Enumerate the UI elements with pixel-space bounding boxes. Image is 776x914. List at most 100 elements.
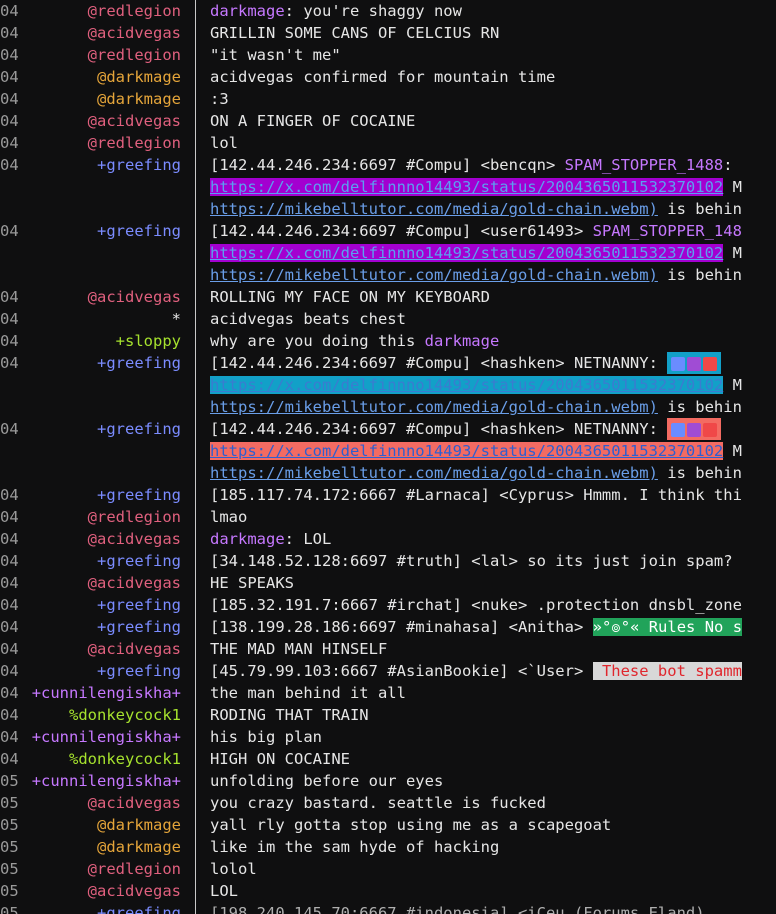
message-text: [45.79.99.103:6667 #AsianBookie] <`User>… (210, 660, 776, 682)
message-segment: [142.44.246.234:6697 #Compu] <hashken> N… (210, 354, 668, 372)
sq-emoji-icon (687, 356, 702, 371)
chat-line: 04 @redlegion darkmage: you're shaggy now (0, 0, 776, 22)
message-segment: lol (210, 134, 238, 152)
timestamp: 04 (0, 508, 19, 526)
chat-line: 04 +greefing [142.44.246.234:6697 #Compu] … (0, 352, 776, 374)
nick-label[interactable]: @darkmage (22, 836, 181, 858)
column-separator (181, 440, 210, 462)
nick-label[interactable]: +sloppy (22, 330, 181, 352)
url-link[interactable]: https://mikebelltutor.com/media/gold-cha… (210, 464, 658, 482)
message-segment: acidvegas (210, 68, 294, 86)
nick-label[interactable]: %donkeycock1 (22, 748, 181, 770)
nick-label[interactable]: * (22, 308, 181, 330)
column-separator (181, 792, 210, 814)
timestamp: 04 (0, 354, 19, 372)
nick-label[interactable]: +greefing (22, 594, 181, 616)
timestamp: 05 (0, 860, 19, 878)
nick-label[interactable]: +greefing (22, 484, 181, 506)
nick-label[interactable]: @darkmage (22, 814, 181, 836)
url-link[interactable]: https://mikebelltutor.com/media/gold-cha… (210, 200, 658, 218)
message-segment: confirmed for mountain time (294, 68, 556, 86)
column-separator (181, 748, 210, 770)
message-text: https://mikebelltutor.com/media/gold-cha… (210, 198, 776, 220)
chat-line: 04 +greefing [138.199.28.186:6697 #minahas… (0, 616, 776, 638)
url-link[interactable]: https://x.com/delfinnno14493/status/2004… (210, 376, 724, 394)
nick-label[interactable]: @redlegion (22, 44, 181, 66)
column-separator (181, 110, 210, 132)
message-segment: [142.44.246.234:6697 #Compu] <user61493> (210, 222, 593, 240)
nick-label[interactable]: @redlegion (22, 0, 181, 22)
chat-line: https://x.com/delfinnno14493/status/2004… (0, 242, 776, 264)
nick-label[interactable]: +cunnilengiskha+ (22, 726, 181, 748)
chat-line: 04 +greefing [185.117.74.172:6667 #Larnaca… (0, 484, 776, 506)
nick-label[interactable]: @redlegion (22, 506, 181, 528)
message-segment: darkmage (424, 332, 500, 350)
message-segment: THE MAD MAN HINSELF (210, 640, 388, 658)
nick-label[interactable]: +cunnilengiskha+ (22, 770, 181, 792)
nick-label[interactable]: +greefing (22, 220, 181, 242)
message-segment: lmao (210, 508, 248, 526)
nick-label[interactable]: +greefing (22, 418, 181, 440)
column-separator (181, 462, 210, 484)
nick-label[interactable]: +greefing (22, 154, 181, 176)
url-link[interactable]: https://x.com/delfinnno14493/status/2004… (210, 178, 724, 196)
url-link[interactable]: https://x.com/delfinnno14493/status/2004… (210, 244, 724, 262)
police-emoji-icon (671, 422, 686, 437)
nick-label[interactable]: @darkmage (22, 66, 181, 88)
nick-label[interactable]: +greefing (22, 902, 181, 914)
nick-label[interactable]: @acidvegas (22, 638, 181, 660)
message-text: HIGH ON COCAINE (210, 748, 776, 770)
nick-label[interactable]: +cunnilengiskha+ (22, 682, 181, 704)
nick-label[interactable]: @acidvegas (22, 572, 181, 594)
nick-label[interactable]: +greefing (22, 616, 181, 638)
chat-line: 04 +cunnilengiskha+ the man behind it all (0, 682, 776, 704)
nick-label[interactable]: @acidvegas (22, 792, 181, 814)
chat-line: 04 @redlegion "it wasn't me" (0, 44, 776, 66)
nick-label[interactable]: +greefing (22, 352, 181, 374)
column-separator (181, 286, 210, 308)
nick-label[interactable]: @acidvegas (22, 22, 181, 44)
chat-line: 05 +greefing [198.240.145.70:6667 #indones… (0, 902, 776, 914)
message-text: "it wasn't me" (210, 44, 776, 66)
timestamp (0, 374, 22, 396)
nick-label[interactable]: +greefing (22, 660, 181, 682)
message-text: acidvegas confirmed for mountain time (210, 66, 776, 88)
emoji-group (667, 418, 722, 440)
timestamp: 05 (0, 838, 19, 856)
message-segment: his big plan (210, 728, 322, 746)
column-separator (181, 308, 210, 330)
column-separator (181, 550, 210, 572)
nick-label[interactable]: @redlegion (22, 132, 181, 154)
nick-label[interactable]: %donkeycock1 (22, 704, 181, 726)
nick-label[interactable]: @redlegion (22, 858, 181, 880)
message-segment: ROLLING MY FACE ON MY KEYBOARD (210, 288, 490, 306)
url-link[interactable]: https://mikebelltutor.com/media/gold-cha… (210, 398, 658, 416)
timestamp (0, 440, 22, 462)
message-text: RODING THAT TRAIN (210, 704, 776, 726)
nick-label[interactable]: @acidvegas (22, 880, 181, 902)
timestamp (0, 242, 22, 264)
message-segment: ON A FINGER OF COCAINE (210, 112, 416, 130)
nick-label[interactable]: @acidvegas (22, 110, 181, 132)
message-text: the man behind it all (210, 682, 776, 704)
chat-line: 04 +greefing [34.148.52.128:6697 #truth] <… (0, 550, 776, 572)
column-separator (181, 44, 210, 66)
column-separator (181, 572, 210, 594)
nick-label[interactable]: @acidvegas (22, 286, 181, 308)
message-segment: M (723, 376, 742, 394)
column-separator (181, 902, 210, 914)
message-text: lmao (210, 506, 776, 528)
timestamp: 04 (0, 288, 19, 306)
nick-label[interactable]: +greefing (22, 550, 181, 572)
chat-line: 04 @acidvegas HE SPEAKS (0, 572, 776, 594)
timestamp: 04 (0, 134, 19, 152)
url-link[interactable]: https://x.com/delfinnno14493/status/2004… (210, 442, 724, 460)
column-separator (181, 374, 210, 396)
nick-label[interactable]: @darkmage (22, 88, 181, 110)
police-emoji-icon (671, 356, 686, 371)
message-segment: : you're shaggy now (284, 2, 462, 20)
column-separator (181, 242, 210, 264)
nick-label[interactable]: @acidvegas (22, 528, 181, 550)
timestamp: 04 (0, 68, 19, 86)
url-link[interactable]: https://mikebelltutor.com/media/gold-cha… (210, 266, 658, 284)
